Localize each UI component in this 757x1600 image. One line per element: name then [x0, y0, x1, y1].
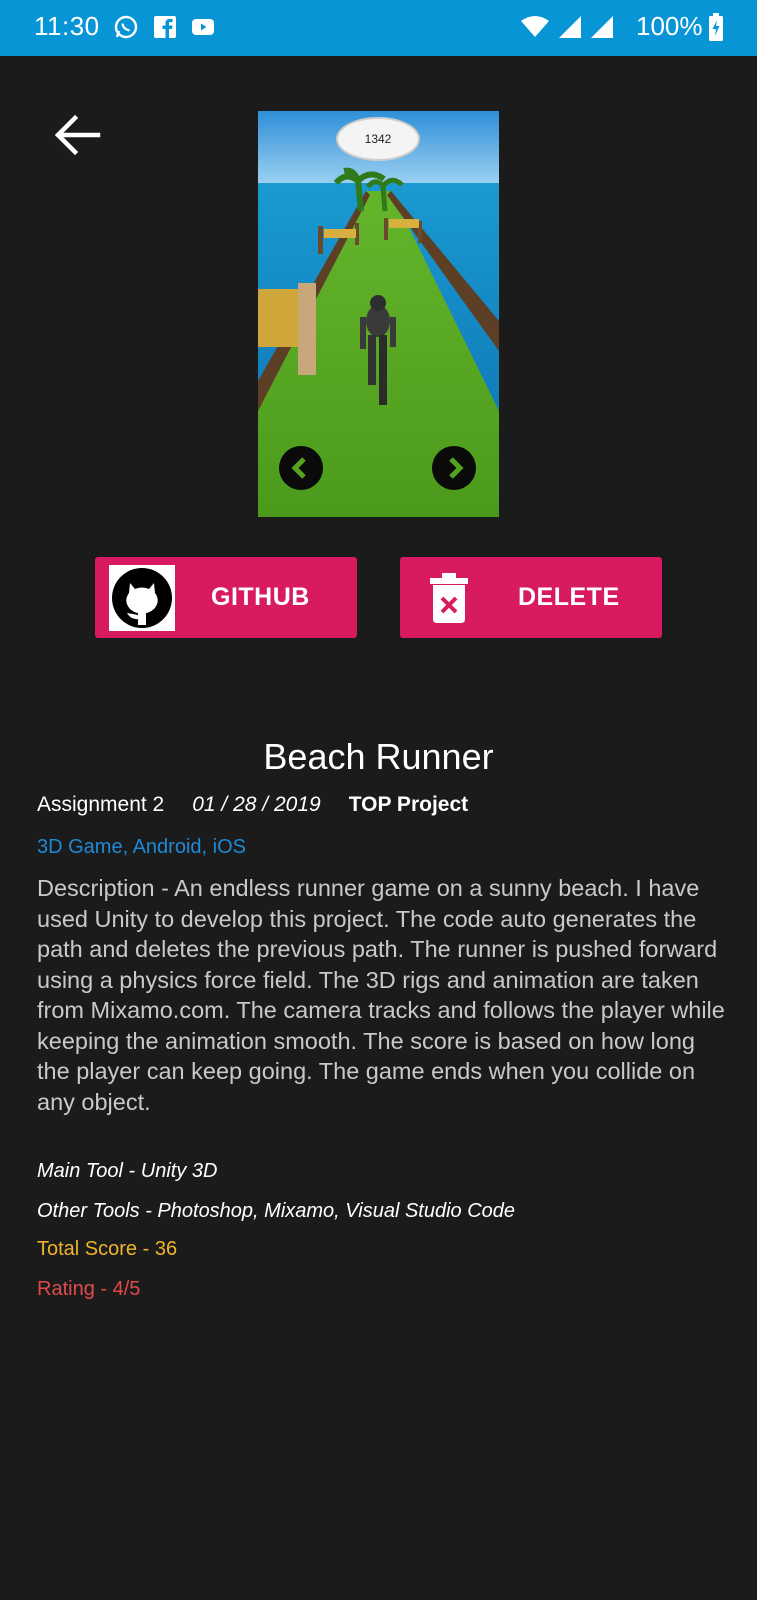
youtube-icon [192, 19, 214, 35]
project-title: Beach Runner [263, 736, 494, 777]
signal-icon [591, 16, 613, 38]
chevron-left-icon [291, 457, 306, 479]
game-score-display: 1342 [336, 117, 420, 161]
top-project-badge: TOP Project [348, 793, 469, 816]
next-image-button[interactable] [432, 446, 476, 490]
main-tool: Main Tool - Unity 3D [37, 1160, 218, 1182]
github-button-label: GITHUB [211, 583, 310, 611]
github-icon [112, 567, 172, 628]
github-logo-box [109, 564, 175, 631]
battery-charging-icon [709, 13, 723, 41]
back-arrow-icon[interactable] [50, 108, 104, 162]
chevron-right-icon [449, 457, 464, 479]
total-score: Total Score - 36 [37, 1238, 178, 1260]
previous-image-button[interactable] [279, 446, 323, 490]
project-description: Description - An endless runner game on … [37, 875, 725, 1115]
github-button[interactable]: GITHUB [95, 557, 357, 638]
trash-icon [430, 572, 468, 623]
project-meta-row: Assignment 2 01 / 28 / 2019 TOP Project [37, 793, 468, 817]
facebook-icon [154, 16, 176, 38]
signal-icon [559, 16, 581, 38]
project-tags: 3D Game, Android, iOS [37, 836, 246, 858]
assignment-label: Assignment 2 [37, 793, 165, 816]
project-date: 01 / 28 / 2019 [192, 793, 321, 816]
delete-button[interactable]: DELETE [400, 557, 662, 638]
delete-button-label: DELETE [518, 583, 620, 611]
battery-percentage: 100% [636, 11, 703, 41]
whatsapp-icon [114, 15, 138, 39]
other-tools: Other Tools - Photoshop, Mixamo, Visual … [37, 1200, 516, 1222]
rating: Rating - 4/5 [37, 1278, 141, 1300]
status-bar: 11:30 100% [0, 0, 757, 56]
project-screenshot: 1342 [258, 111, 499, 517]
wifi-icon [521, 16, 549, 37]
status-time: 11:30 [34, 11, 100, 41]
